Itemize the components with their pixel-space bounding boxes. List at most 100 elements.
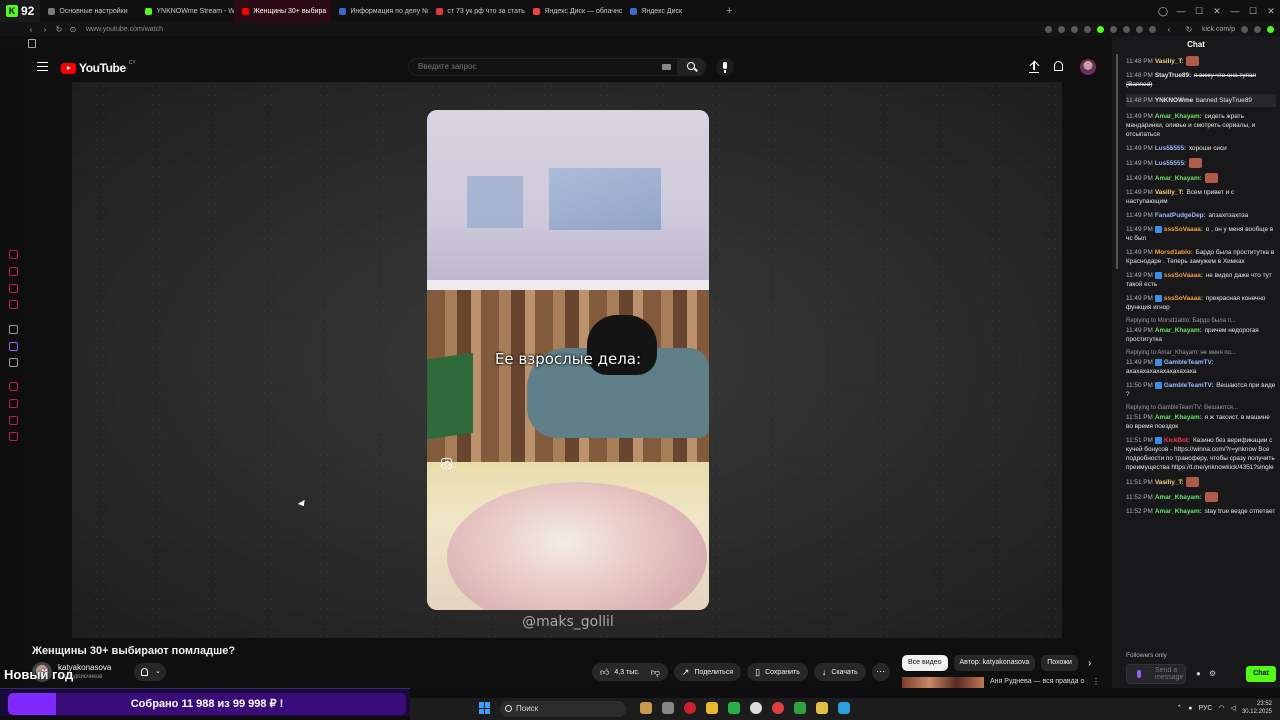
close-button[interactable]: ✕ — [1208, 0, 1226, 22]
browser-tab[interactable]: Яндекс Диск — облачно — [525, 0, 622, 22]
browser-tab[interactable]: Основные настройки — [40, 0, 137, 22]
keyboard-icon[interactable] — [662, 64, 671, 70]
chat-username[interactable]: Amar_Khayam: — [1155, 508, 1202, 515]
volume-icon[interactable]: ◁ — [1231, 704, 1236, 712]
taskbar-app-icon[interactable] — [728, 702, 740, 714]
sidebar-app-icon[interactable] — [9, 432, 18, 441]
chat-username[interactable]: Vasiliy_T: — [1155, 479, 1184, 486]
youtube-logo[interactable]: YouTube CY — [61, 60, 136, 75]
chat-username[interactable]: Amar_Khayam: — [1155, 494, 1202, 501]
extension-icon[interactable] — [1122, 25, 1130, 33]
extension-icon[interactable] — [1135, 25, 1143, 33]
tray-chevron-icon[interactable]: ⌃ — [1176, 704, 1182, 712]
browser-tab[interactable]: YNKNOWme Stream - Wa — [137, 0, 234, 22]
share-button[interactable]: ↗ Поделиться — [673, 663, 742, 681]
chat-send-button[interactable]: Chat — [1246, 666, 1276, 682]
chat-username[interactable]: GambleTeamTV: — [1164, 359, 1214, 366]
extension-icon[interactable] — [1096, 25, 1104, 33]
more-icon[interactable]: ⋮ — [1092, 677, 1100, 686]
wifi-icon[interactable]: ◠ — [1218, 704, 1224, 712]
taskbar-app-icon[interactable] — [640, 702, 652, 714]
back-icon[interactable]: ‹ — [24, 25, 38, 34]
browser-tab[interactable]: Женщины 30+ выбира — [234, 0, 332, 22]
bookmark-icon[interactable] — [28, 39, 36, 48]
browser-tab[interactable]: Информация по делу № — [331, 0, 428, 22]
chat-username[interactable]: YNKNOWme — [1155, 97, 1193, 104]
search-button[interactable] — [678, 58, 706, 76]
reload-icon[interactable]: ↻ — [52, 25, 66, 34]
browser-tab[interactable]: ст 73 ук рф что за статья — [428, 0, 525, 22]
extension-icon[interactable] — [1044, 25, 1052, 33]
settings-icon[interactable]: ⚙ — [1209, 669, 1216, 678]
x-icon[interactable] — [9, 358, 18, 367]
telegram-icon[interactable] — [838, 702, 850, 714]
start-icon[interactable] — [479, 702, 491, 714]
close-button-2[interactable]: ✕ — [1262, 0, 1280, 22]
extension-icon[interactable] — [1057, 25, 1065, 33]
site-info-icon[interactable]: ⊙ — [66, 25, 80, 34]
notifications-icon[interactable] — [1054, 61, 1063, 71]
chat-username[interactable]: Lus55555: — [1155, 145, 1186, 152]
sidebar-app-icon[interactable] — [9, 399, 18, 408]
yandex-icon[interactable] — [772, 702, 784, 714]
profile-icon[interactable]: ◯ — [1154, 0, 1172, 22]
chat-username[interactable]: Vasiliy_T: — [1155, 189, 1184, 196]
extension-icon[interactable] — [1148, 25, 1156, 33]
chat-username[interactable]: FanatPudgeDep: — [1155, 212, 1206, 219]
twitch-icon[interactable] — [9, 342, 18, 351]
back-icon-2[interactable]: ‹ — [1162, 25, 1176, 34]
taskbar-app-icon[interactable] — [794, 702, 806, 714]
download-button[interactable]: ↓ Скачать — [813, 663, 866, 681]
points-icon[interactable]: ● — [1196, 669, 1201, 678]
upload-icon[interactable] — [1029, 61, 1039, 73]
lang-indicator[interactable]: РУС — [1198, 705, 1212, 712]
sidebar-app-icon[interactable] — [9, 416, 18, 425]
browser-tab[interactable]: Яндекс Диск — [622, 0, 719, 22]
taskbar-app-icon[interactable] — [816, 702, 828, 714]
clock[interactable]: 23:52 30.12.2025 — [1242, 700, 1272, 716]
subscription-bell-button[interactable]: ⌄ — [134, 663, 166, 681]
chat-username[interactable]: Amar_Khayam: — [1155, 327, 1202, 334]
voice-search-button[interactable] — [716, 58, 734, 76]
minimize-button[interactable]: — — [1172, 0, 1190, 22]
chat-reply-context[interactable]: Replying to Morsd1ablo: Бардо была п... — [1126, 317, 1276, 326]
forward-icon[interactable]: › — [38, 25, 52, 34]
extension-icon[interactable] — [1267, 25, 1274, 33]
kick-address-bar[interactable]: kick.com/p — [1202, 26, 1235, 33]
chat-username[interactable]: Amar_Khayam: — [1155, 113, 1202, 120]
account-avatar[interactable] — [1080, 59, 1096, 75]
chat-reply-context[interactable]: Replying to GambleTeamTV: Вешаются... — [1126, 404, 1276, 413]
chat-input[interactable]: Send a message — [1126, 664, 1186, 684]
search-input[interactable]: Введите запрос — [408, 58, 678, 76]
chat-scrollbar[interactable] — [1116, 54, 1118, 269]
like-button[interactable]: 👍︎ 4,3 тыс. 👎︎ — [592, 663, 668, 681]
explorer-icon[interactable] — [706, 702, 718, 714]
save-button[interactable]: ▯ Сохранить — [747, 663, 808, 681]
tray-app-icon[interactable]: ● — [1188, 705, 1192, 712]
extension-icon[interactable] — [1083, 25, 1091, 33]
chat-username[interactable]: sssSoVaaaa: — [1164, 272, 1203, 279]
extension-icon[interactable] — [1109, 25, 1117, 33]
minimize-button-2[interactable]: — — [1226, 0, 1244, 22]
taskbar-search[interactable]: Поиск — [500, 701, 626, 717]
chat-username[interactable]: Morsd1ablo: — [1155, 249, 1193, 256]
recommended-video[interactable]: Аня Руднева — вся правда о ⋮ — [902, 677, 1102, 688]
chat-username[interactable]: Vasiliy_T: — [1155, 58, 1184, 65]
sidebar-app-icon[interactable] — [9, 267, 18, 276]
menu-icon[interactable] — [37, 62, 48, 71]
chat-reply-context[interactable]: Replying to Amar_Khayam: не меня по... — [1126, 349, 1276, 358]
sidebar-app-icon[interactable] — [9, 250, 18, 259]
extension-icon[interactable] — [1241, 25, 1248, 33]
chevron-right-icon[interactable]: › — [1084, 658, 1091, 669]
more-actions-button[interactable]: ⋯ — [871, 663, 890, 681]
sidebar-app-icon[interactable] — [9, 300, 18, 309]
kick-badge[interactable]: K 92 — [0, 0, 41, 22]
new-tab-button[interactable]: + — [719, 5, 739, 17]
chip-all-videos[interactable]: Все видео — [902, 655, 948, 671]
thumbs-down-icon[interactable]: 👎︎ — [651, 667, 660, 678]
sidebar-app-icon[interactable] — [9, 284, 18, 293]
maximize-button-2[interactable]: ☐ — [1244, 0, 1262, 22]
chrome-icon[interactable] — [750, 702, 762, 714]
chat-username[interactable]: sssSoVaaaa: — [1164, 295, 1203, 302]
sidebar-app-icon[interactable] — [9, 382, 18, 391]
